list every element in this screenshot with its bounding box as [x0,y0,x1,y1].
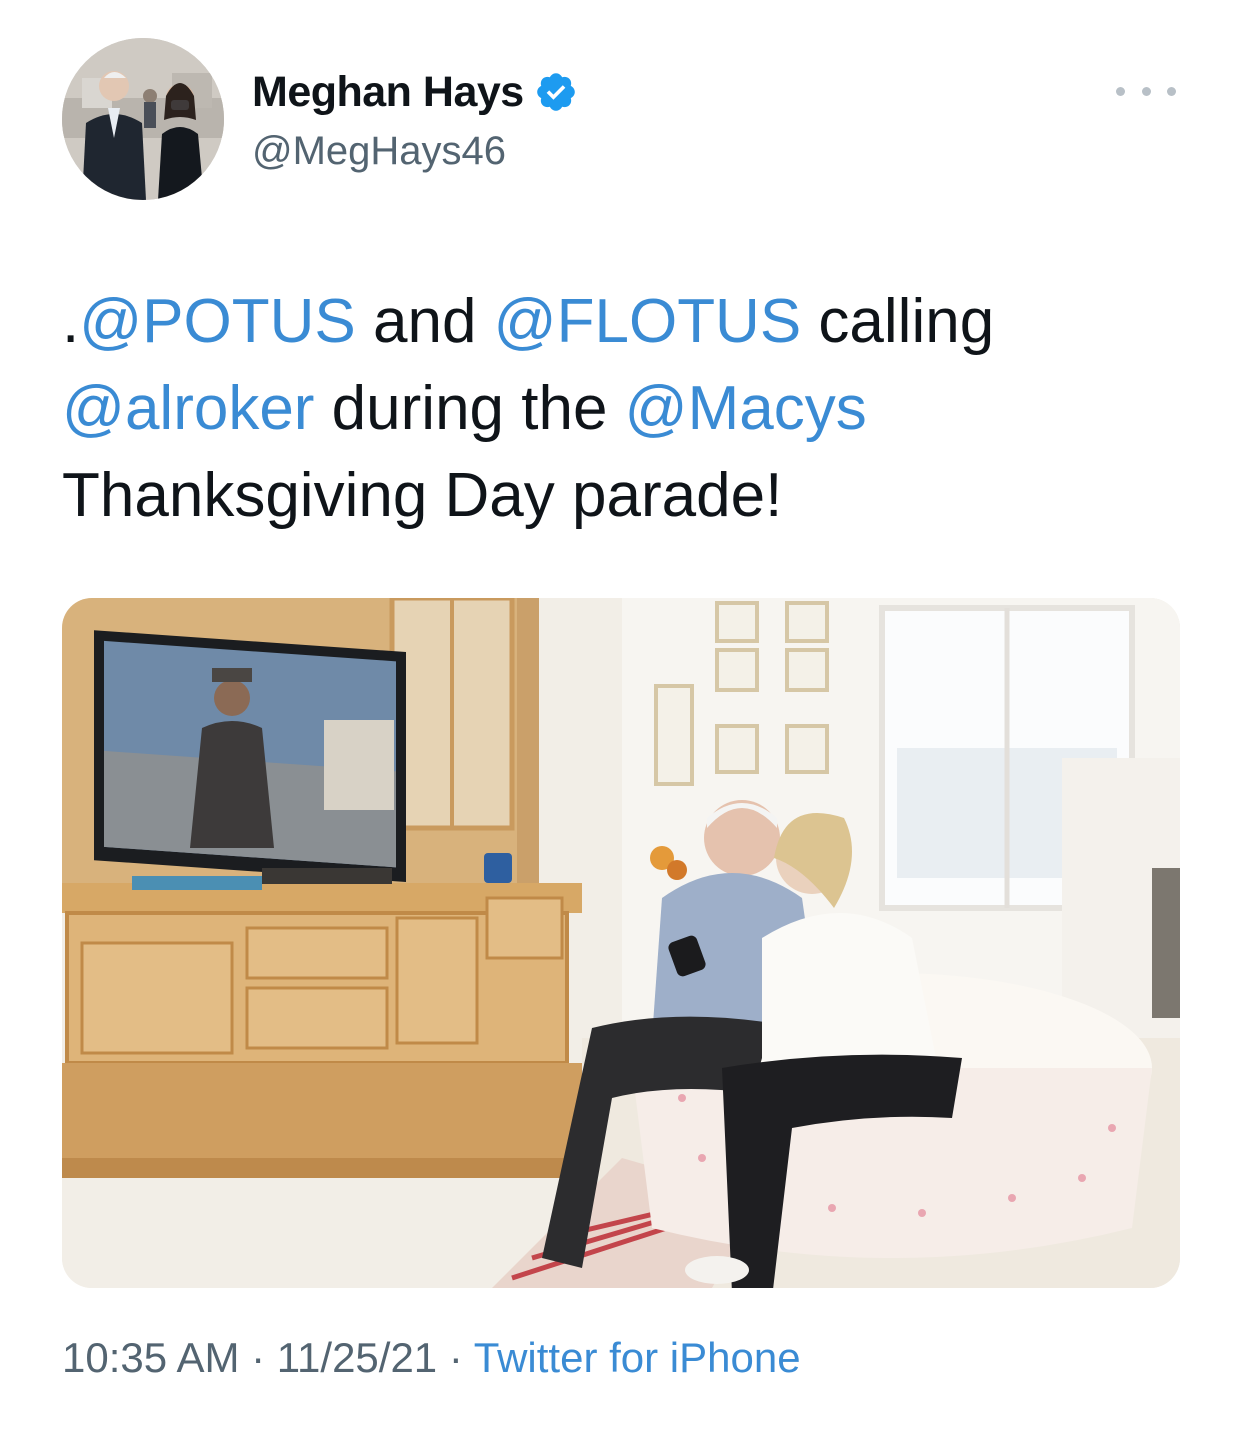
tweet-text-plain: during the [314,374,625,443]
tweet-card: Meghan Hays @MegHays46 .@POTUS and @FLOT… [0,0,1242,1433]
author-avatar[interactable] [62,38,224,200]
avatar-photo [62,38,224,200]
mention-alroker[interactable]: @alroker [62,374,314,443]
tweet-text: .@POTUS and @FLOTUS calling @alroker dur… [62,278,1182,539]
tweet-text-plain: and [355,287,494,356]
more-dot [1167,86,1176,96]
more-dot [1116,86,1125,96]
mention-potus[interactable]: @POTUS [79,287,356,356]
tweet-source-link[interactable]: Twitter for iPhone [474,1334,801,1381]
meta-separator: · [437,1334,474,1381]
tweet-time[interactable]: 10:35 AM [62,1334,239,1381]
tweet-text-plain: . [62,287,80,356]
author-name-row[interactable]: Meghan Hays [252,66,578,118]
tweet-date[interactable]: 11/25/21 [277,1334,437,1381]
meta-separator: · [239,1334,277,1381]
tweet-text-plain: Thanksgiving Day parade! [62,461,783,530]
author-handle[interactable]: @MegHays46 [252,127,506,175]
more-dot [1141,86,1151,96]
mention-flotus[interactable]: @FLOTUS [494,287,802,356]
tweet-meta: 10:35 AM · 11/25/21 · Twitter for iPhone [62,1332,801,1384]
verified-badge-icon [536,73,575,111]
tweet-photo[interactable] [62,598,1180,1288]
living-room-photo [62,598,1180,1288]
tweet-text-plain: calling [801,287,995,356]
mention-macys[interactable]: @Macys [625,374,867,443]
author-display-name[interactable]: Meghan Hays [252,66,524,118]
more-options-icon[interactable] [1116,80,1176,102]
